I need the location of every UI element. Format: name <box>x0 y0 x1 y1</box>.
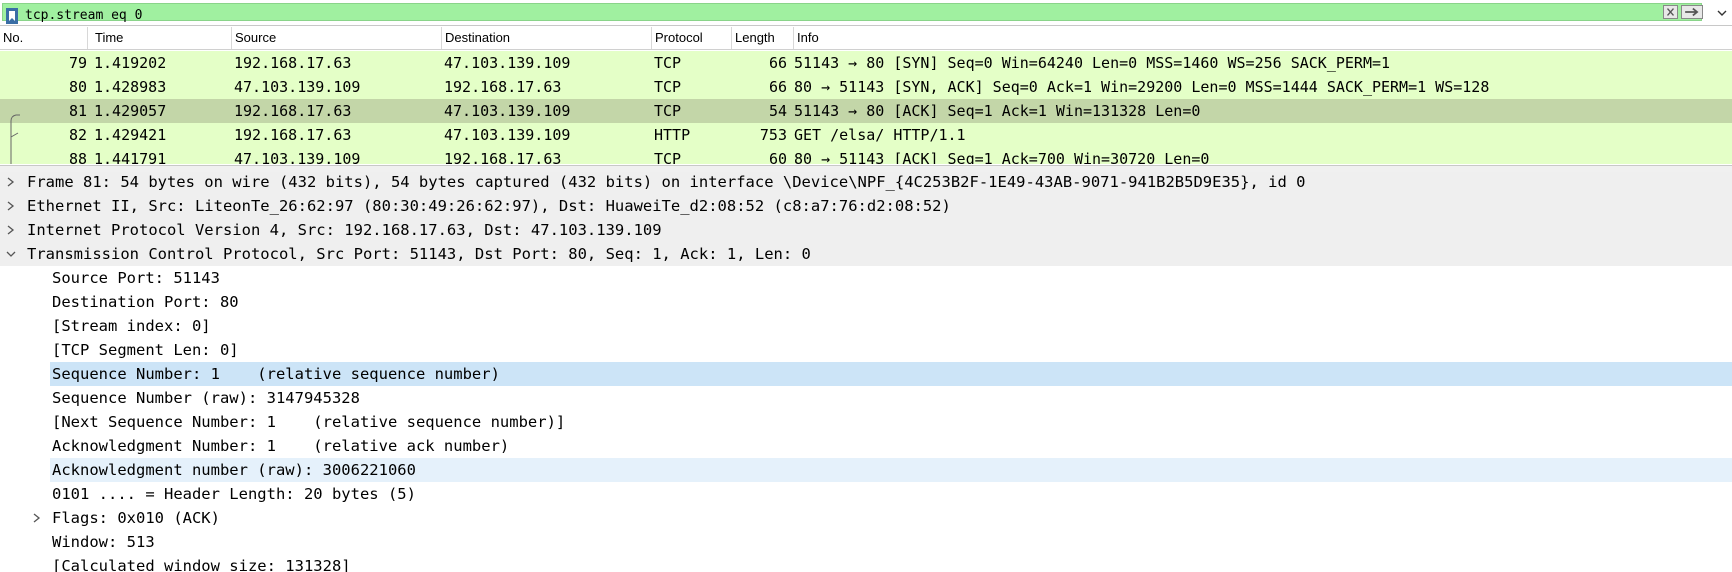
bookmark-icon[interactable] <box>6 8 18 24</box>
detail-tree-item-protocol[interactable]: Frame 81: 54 bytes on wire (432 bits), 5… <box>0 172 1732 194</box>
detail-tree-item-field[interactable]: Flags: 0x010 (ACK) <box>0 506 1732 530</box>
expand-chevron-icon[interactable] <box>30 506 44 530</box>
packet-list-header: No. Time Source Destination Protocol Len… <box>0 27 1732 50</box>
expand-chevron-icon[interactable] <box>4 218 18 242</box>
column-header-no[interactable]: No. <box>0 27 88 49</box>
packet-length: 66 <box>768 78 787 96</box>
packet-destination: 192.168.17.63 <box>444 150 562 164</box>
detail-tree-item-label: Flags: 0x010 (ACK) <box>52 509 220 527</box>
packet-source: 192.168.17.63 <box>234 126 352 144</box>
detail-tree-item-field[interactable]: [Next Sequence Number: 1 (relative seque… <box>0 410 1732 434</box>
detail-tree-item-label: Transmission Control Protocol, Src Port:… <box>27 245 811 263</box>
detail-tree-item-label: Source Port: 51143 <box>52 269 220 287</box>
display-filter-toolbar: tcp.stream eq 0 <box>0 0 1732 26</box>
packet-destination: 47.103.139.109 <box>444 102 571 120</box>
packet-length: 54 <box>768 102 787 120</box>
detail-tree-item-label: Acknowledgment number (raw): 3006221060 <box>52 461 416 479</box>
packet-list: 79 1.419202 192.168.17.63 47.103.139.109… <box>0 50 1732 164</box>
detail-tree-item-label: Acknowledgment Number: 1 (relative ack n… <box>52 437 510 455</box>
detail-tree-item-field[interactable]: 0101 .... = Header Length: 20 bytes (5) <box>0 482 1732 506</box>
collapse-chevron-icon[interactable] <box>4 242 18 266</box>
column-header-destination[interactable]: Destination <box>442 27 652 49</box>
packet-info: GET /elsa/ HTTP/1.1 <box>794 126 966 144</box>
packet-protocol: TCP <box>654 150 682 164</box>
packet-row-selected[interactable]: 81 1.429057 192.168.17.63 47.103.139.109… <box>0 99 1732 123</box>
packet-info: 80 → 51143 [ACK] Seq=1 Ack=700 Win=30720… <box>794 150 1210 164</box>
detail-tree-item-label: [Calculated window size: 131328] <box>52 557 351 572</box>
detail-tree-item-protocol[interactable]: Internet Protocol Version 4, Src: 192.16… <box>0 218 1732 242</box>
packet-destination: 47.103.139.109 <box>444 126 571 144</box>
packet-time: 1.428983 <box>94 78 167 96</box>
packet-source: 192.168.17.63 <box>234 54 352 72</box>
detail-tree-item-field[interactable]: Acknowledgment Number: 1 (relative ack n… <box>0 434 1732 458</box>
packet-row[interactable]: 82 1.429421 192.168.17.63 47.103.139.109… <box>0 123 1732 147</box>
column-header-length[interactable]: Length <box>732 27 794 49</box>
packet-info: 80 → 51143 [SYN, ACK] Seq=0 Ack=1 Win=29… <box>794 78 1490 96</box>
apply-arrow-icon[interactable] <box>1681 5 1703 19</box>
detail-tree-item-label: Destination Port: 80 <box>52 293 239 311</box>
packet-no: 79 <box>68 54 87 72</box>
detail-tree-item-field[interactable]: Sequence Number (raw): 3147945328 <box>0 386 1732 410</box>
packet-time: 1.419202 <box>94 54 167 72</box>
detail-tree-item-label: 0101 .... = Header Length: 20 bytes (5) <box>52 485 416 503</box>
packet-protocol: TCP <box>654 54 682 72</box>
packet-protocol: TCP <box>654 102 682 120</box>
expand-chevron-icon[interactable] <box>4 194 18 218</box>
detail-tree-item-label: Internet Protocol Version 4, Src: 192.16… <box>27 221 662 239</box>
packet-no: 80 <box>68 78 87 96</box>
detail-tree-item-field[interactable]: [TCP Segment Len: 0] <box>0 338 1732 362</box>
packet-source: 47.103.139.109 <box>234 78 361 96</box>
clear-icon[interactable] <box>1663 5 1678 19</box>
packet-info: 51143 → 80 [SYN] Seq=0 Win=64240 Len=0 M… <box>794 54 1391 72</box>
detail-tree-item-label: [Stream index: 0] <box>52 317 211 335</box>
column-header-source[interactable]: Source <box>232 27 442 49</box>
packet-row[interactable]: 80 1.428983 47.103.139.109 192.168.17.63… <box>0 75 1732 99</box>
packet-time: 1.429421 <box>94 126 167 144</box>
packet-length: 66 <box>768 54 787 72</box>
packet-protocol: TCP <box>654 78 682 96</box>
detail-tree-item-field[interactable]: Acknowledgment number (raw): 3006221060 <box>50 458 1732 482</box>
detail-tree-item-label: [TCP Segment Len: 0] <box>52 341 239 359</box>
column-header-info[interactable]: Info <box>794 27 1732 49</box>
packet-time: 1.441791 <box>94 150 167 164</box>
packet-protocol: HTTP <box>654 126 691 144</box>
packet-row[interactable]: 79 1.419202 192.168.17.63 47.103.139.109… <box>0 51 1732 75</box>
detail-tree-item-label: Frame 81: 54 bytes on wire (432 bits), 5… <box>27 173 1306 191</box>
packet-time: 1.429057 <box>94 102 167 120</box>
packet-length: 60 <box>768 150 787 164</box>
detail-tree-item-field[interactable]: [Stream index: 0] <box>0 314 1732 338</box>
packet-details-tree: Frame 81: 54 bytes on wire (432 bits), 5… <box>0 172 1732 572</box>
detail-tree-item-protocol[interactable]: Ethernet II, Src: LiteonTe_26:62:97 (80:… <box>0 194 1732 218</box>
packet-source: 192.168.17.63 <box>234 102 352 120</box>
detail-tree-item-label: [Next Sequence Number: 1 (relative seque… <box>52 413 566 431</box>
detail-tree-item-field[interactable]: Window: 513 <box>0 530 1732 554</box>
dropdown-icon[interactable] <box>1715 5 1729 19</box>
expand-chevron-icon[interactable] <box>4 172 18 194</box>
detail-tree-item-field[interactable]: Source Port: 51143 <box>0 266 1732 290</box>
detail-tree-item-label: Ethernet II, Src: LiteonTe_26:62:97 (80:… <box>27 197 951 215</box>
packet-destination: 47.103.139.109 <box>444 54 571 72</box>
display-filter-input[interactable]: tcp.stream eq 0 <box>2 3 1702 24</box>
detail-tree-item-protocol[interactable]: Transmission Control Protocol, Src Port:… <box>0 242 1732 266</box>
column-header-protocol[interactable]: Protocol <box>652 27 732 49</box>
packet-row[interactable]: 88 1.441791 47.103.139.109 192.168.17.63… <box>0 147 1732 164</box>
detail-tree-item-label: Sequence Number (raw): 3147945328 <box>52 389 360 407</box>
detail-tree-item-label: Sequence Number: 1 (relative sequence nu… <box>52 365 500 383</box>
detail-tree-item-label: Window: 513 <box>52 533 155 551</box>
packet-length: 753 <box>759 126 787 144</box>
detail-tree-item-field[interactable]: [Calculated window size: 131328] <box>0 554 1732 572</box>
detail-tree-item-field[interactable]: Sequence Number: 1 (relative sequence nu… <box>50 362 1732 386</box>
column-header-time[interactable]: Time <box>92 27 232 49</box>
display-filter-text[interactable]: tcp.stream eq 0 <box>25 7 142 25</box>
packet-info: 51143 → 80 [ACK] Seq=1 Ack=1 Win=131328 … <box>794 102 1201 120</box>
packet-source: 47.103.139.109 <box>234 150 361 164</box>
detail-tree-item-field[interactable]: Destination Port: 80 <box>0 290 1732 314</box>
conversation-line-icon <box>10 114 20 164</box>
packet-destination: 192.168.17.63 <box>444 78 562 96</box>
